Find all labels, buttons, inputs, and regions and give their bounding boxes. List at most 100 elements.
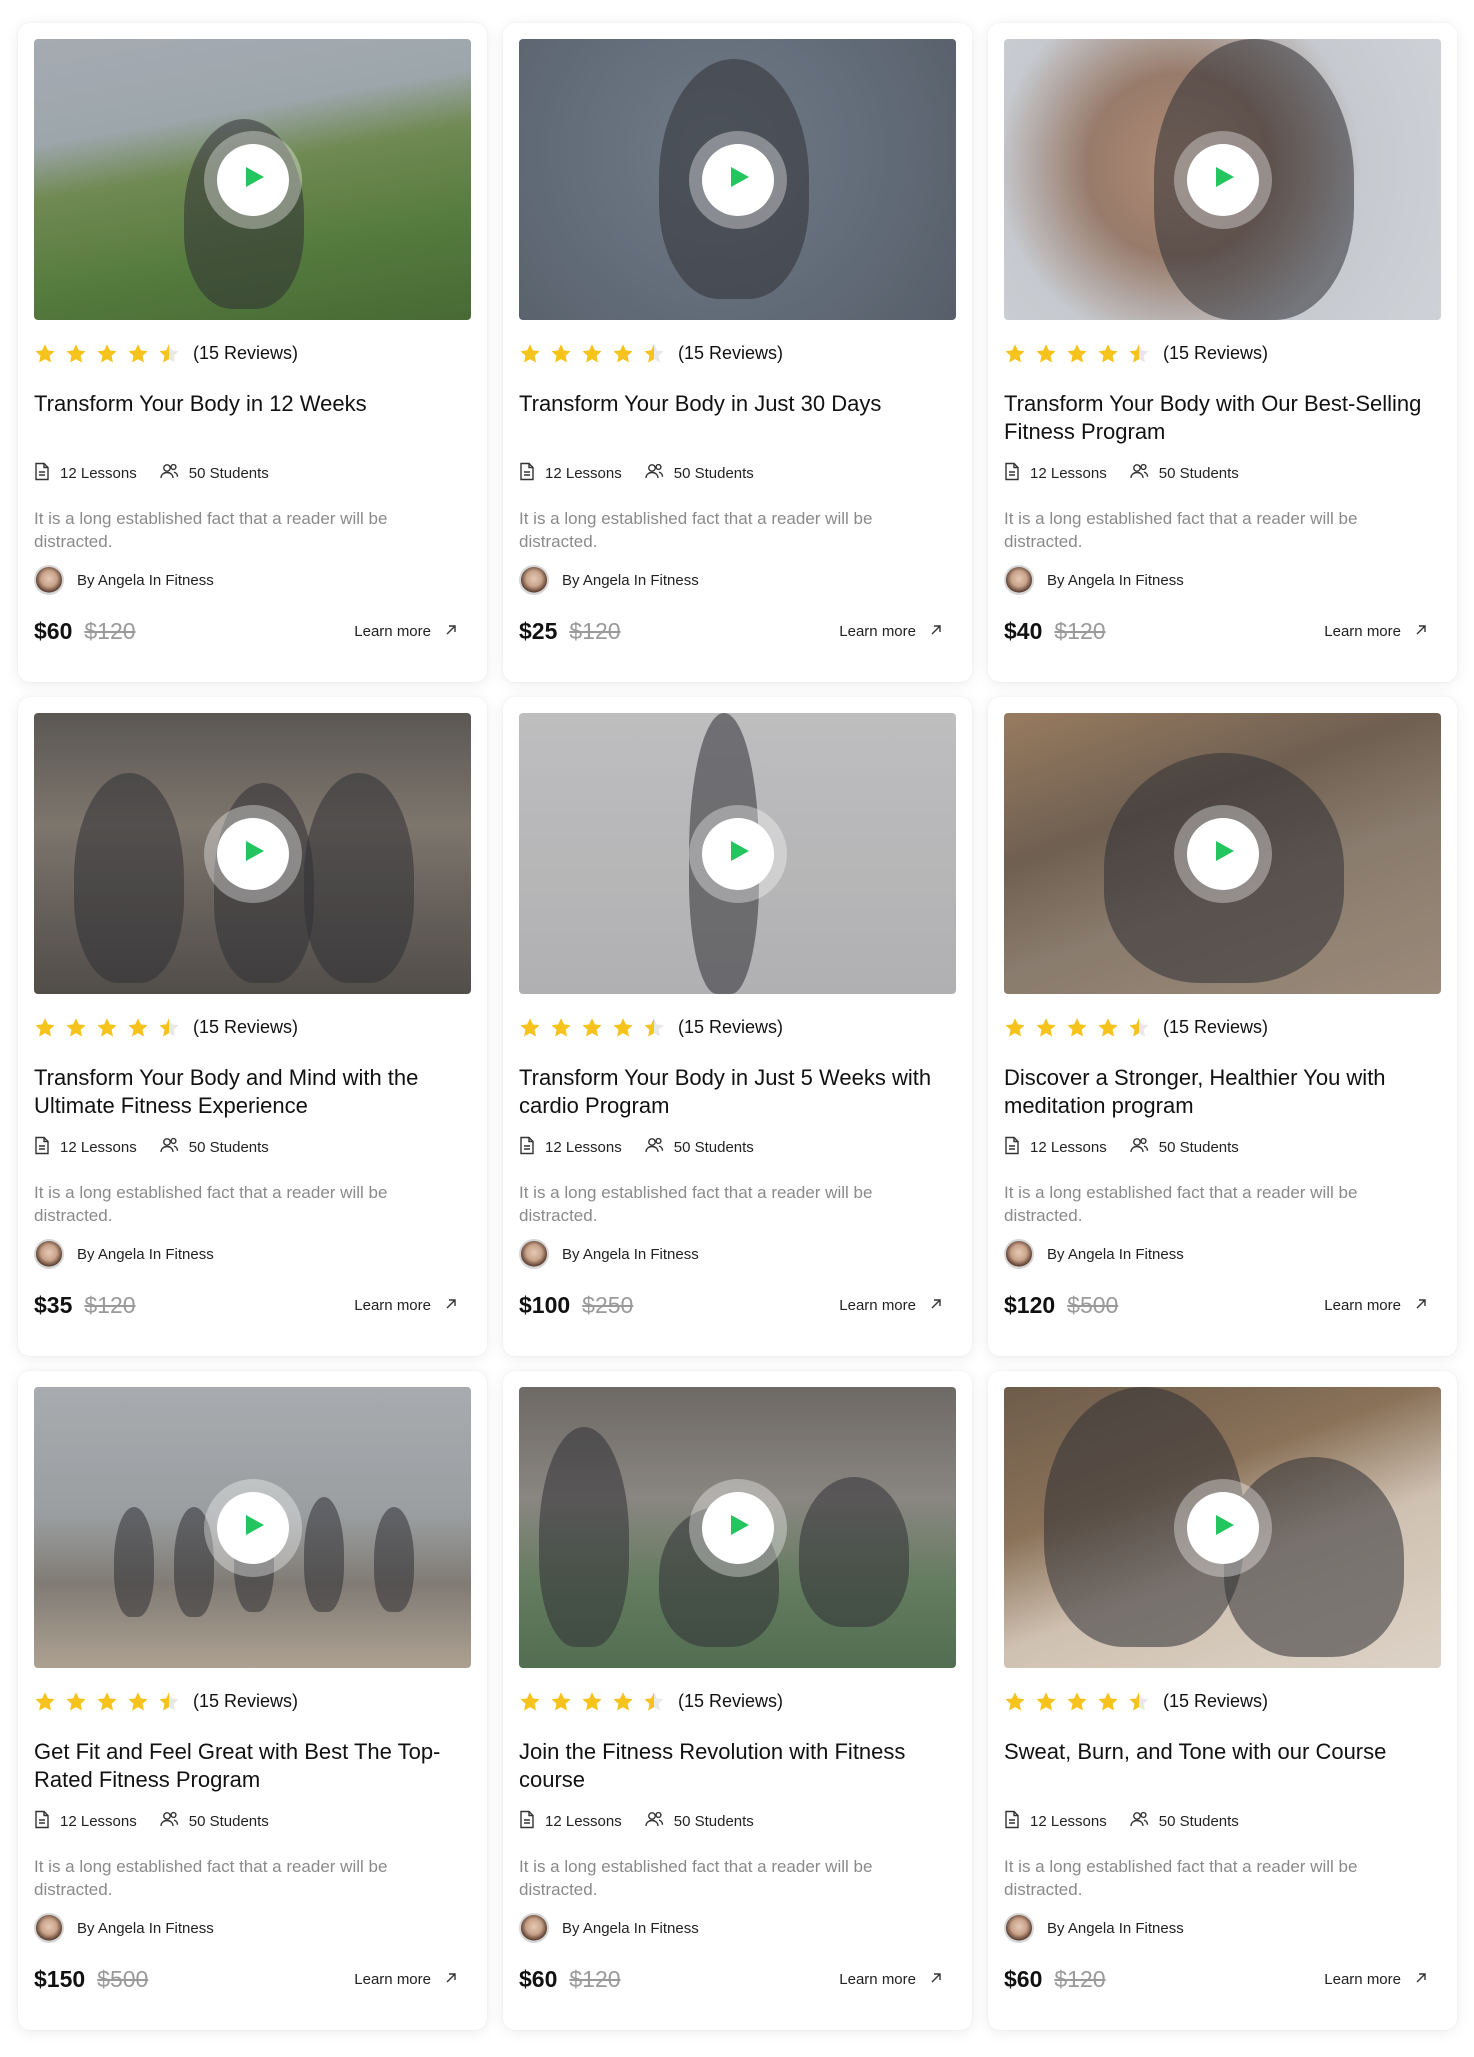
course-meta: 12 Lessons 50 Students	[1004, 462, 1441, 484]
author[interactable]: By Angela In Fitness	[519, 1913, 956, 1943]
play-button-circle[interactable]	[216, 817, 289, 890]
play-button-circle[interactable]	[1186, 143, 1259, 216]
author-name[interactable]: By Angela In Fitness	[77, 572, 214, 589]
current-price: $25	[519, 617, 558, 644]
course-card[interactable]: (15 Reviews) Discover a Stronger, Health…	[988, 697, 1457, 1356]
play-button[interactable]	[1173, 1478, 1272, 1577]
author-name[interactable]: By Angela In Fitness	[562, 1246, 699, 1263]
learn-more-link[interactable]: Learn more	[839, 623, 942, 640]
author[interactable]: By Angela In Fitness	[1004, 565, 1441, 595]
play-button[interactable]	[203, 1478, 302, 1577]
course-thumbnail[interactable]	[1004, 713, 1441, 994]
learn-more-link[interactable]: Learn more	[354, 623, 457, 640]
course-card[interactable]: (15 Reviews) Get Fit and Feel Great with…	[18, 1371, 487, 2030]
star-icon	[1035, 343, 1057, 364]
star-icon	[34, 1017, 56, 1038]
course-thumbnail[interactable]	[1004, 39, 1441, 320]
learn-more-link[interactable]: Learn more	[1324, 1971, 1427, 1988]
star-icon	[581, 343, 603, 364]
author[interactable]: By Angela In Fitness	[1004, 1239, 1441, 1269]
course-card[interactable]: (15 Reviews) Sweat, Burn, and Tone with …	[988, 1371, 1457, 2030]
learn-more-link[interactable]: Learn more	[1324, 623, 1427, 640]
course-thumbnail[interactable]	[519, 39, 956, 320]
avatar[interactable]	[34, 1239, 64, 1269]
author[interactable]: By Angela In Fitness	[519, 565, 956, 595]
author[interactable]: By Angela In Fitness	[519, 1239, 956, 1269]
author-name[interactable]: By Angela In Fitness	[1047, 1246, 1184, 1263]
avatar[interactable]	[34, 1913, 64, 1943]
course-title[interactable]: Transform Your Body in Just 5 Weeks with…	[519, 1064, 956, 1120]
play-button[interactable]	[688, 1478, 787, 1577]
author-name[interactable]: By Angela In Fitness	[77, 1920, 214, 1937]
course-title[interactable]: Transform Your Body in 12 Weeks	[34, 390, 471, 446]
learn-more-link[interactable]: Learn more	[1324, 1297, 1427, 1314]
course-title[interactable]: Transform Your Body and Mind with the Ul…	[34, 1064, 471, 1120]
author-name[interactable]: By Angela In Fitness	[77, 1246, 214, 1263]
author[interactable]: By Angela In Fitness	[34, 1913, 471, 1943]
play-icon	[1210, 165, 1236, 194]
play-button[interactable]	[688, 804, 787, 903]
card-footer: $60 $120 Learn more	[1004, 1965, 1441, 1993]
star-rating	[519, 1017, 665, 1038]
avatar[interactable]	[519, 1913, 549, 1943]
learn-more-link[interactable]: Learn more	[354, 1297, 457, 1314]
course-description: It is a long established fact that a rea…	[1004, 509, 1358, 551]
avatar[interactable]	[34, 565, 64, 595]
star-icon	[581, 1691, 603, 1712]
play-button-circle[interactable]	[216, 143, 289, 216]
lessons-count: 12 Lessons	[34, 1136, 137, 1159]
course-card[interactable]: (15 Reviews) Join the Fitness Revolution…	[503, 1371, 972, 2030]
course-title[interactable]: Sweat, Burn, and Tone with our Course	[1004, 1738, 1441, 1794]
author-name[interactable]: By Angela In Fitness	[562, 1920, 699, 1937]
learn-more-link[interactable]: Learn more	[839, 1971, 942, 1988]
avatar[interactable]	[1004, 565, 1034, 595]
play-button[interactable]	[1173, 130, 1272, 229]
lessons-label: 12 Lessons	[1030, 1812, 1107, 1830]
author-name[interactable]: By Angela In Fitness	[1047, 1920, 1184, 1937]
play-button-circle[interactable]	[216, 1491, 289, 1564]
course-title[interactable]: Transform Your Body with Our Best-Sellin…	[1004, 390, 1441, 446]
author[interactable]: By Angela In Fitness	[34, 1239, 471, 1269]
course-thumbnail[interactable]	[34, 713, 471, 994]
course-card[interactable]: (15 Reviews) Transform Your Body in Just…	[503, 697, 972, 1356]
play-button-circle[interactable]	[1186, 817, 1259, 890]
course-description: It is a long established fact that a rea…	[34, 1183, 388, 1225]
review-count: (15 Reviews)	[1163, 1690, 1269, 1711]
course-thumbnail[interactable]	[519, 713, 956, 994]
avatar[interactable]	[1004, 1239, 1034, 1269]
author-name[interactable]: By Angela In Fitness	[562, 572, 699, 589]
course-title[interactable]: Discover a Stronger, Healthier You with …	[1004, 1064, 1441, 1120]
play-button-circle[interactable]	[701, 817, 774, 890]
author[interactable]: By Angela In Fitness	[34, 565, 471, 595]
play-button[interactable]	[203, 130, 302, 229]
avatar[interactable]	[519, 565, 549, 595]
course-thumbnail[interactable]	[34, 1387, 471, 1668]
course-thumbnail[interactable]	[519, 1387, 956, 1668]
lessons-count: 12 Lessons	[1004, 1136, 1107, 1159]
course-thumbnail[interactable]	[34, 39, 471, 320]
course-title[interactable]: Transform Your Body in Just 30 Days	[519, 390, 956, 446]
learn-more-link[interactable]: Learn more	[354, 1971, 457, 1988]
play-button-circle[interactable]	[1186, 1491, 1259, 1564]
avatar[interactable]	[519, 1239, 549, 1269]
learn-more-link[interactable]: Learn more	[839, 1297, 942, 1314]
course-card[interactable]: (15 Reviews) Transform Your Body with Ou…	[988, 23, 1457, 682]
author[interactable]: By Angela In Fitness	[1004, 1913, 1441, 1943]
course-title[interactable]: Join the Fitness Revolution with Fitness…	[519, 1738, 956, 1794]
course-card[interactable]: (15 Reviews) Transform Your Body and Min…	[18, 697, 487, 1356]
course-description: It is a long established fact that a rea…	[519, 1857, 873, 1899]
author-name[interactable]: By Angela In Fitness	[1047, 572, 1184, 589]
avatar[interactable]	[1004, 1913, 1034, 1943]
course-thumbnail[interactable]	[1004, 1387, 1441, 1668]
rating: (15 Reviews)	[1004, 1688, 1441, 1714]
course-meta: 12 Lessons 50 Students	[1004, 1136, 1441, 1158]
play-button-circle[interactable]	[701, 143, 774, 216]
play-button[interactable]	[203, 804, 302, 903]
play-button[interactable]	[688, 130, 787, 229]
play-button[interactable]	[1173, 804, 1272, 903]
current-price: $120	[1004, 1291, 1056, 1318]
play-button-circle[interactable]	[701, 1491, 774, 1564]
course-title[interactable]: Get Fit and Feel Great with Best The Top…	[34, 1738, 471, 1794]
course-card[interactable]: (15 Reviews) Transform Your Body in Just…	[503, 23, 972, 682]
course-card[interactable]: (15 Reviews) Transform Your Body in 12 W…	[18, 23, 487, 682]
